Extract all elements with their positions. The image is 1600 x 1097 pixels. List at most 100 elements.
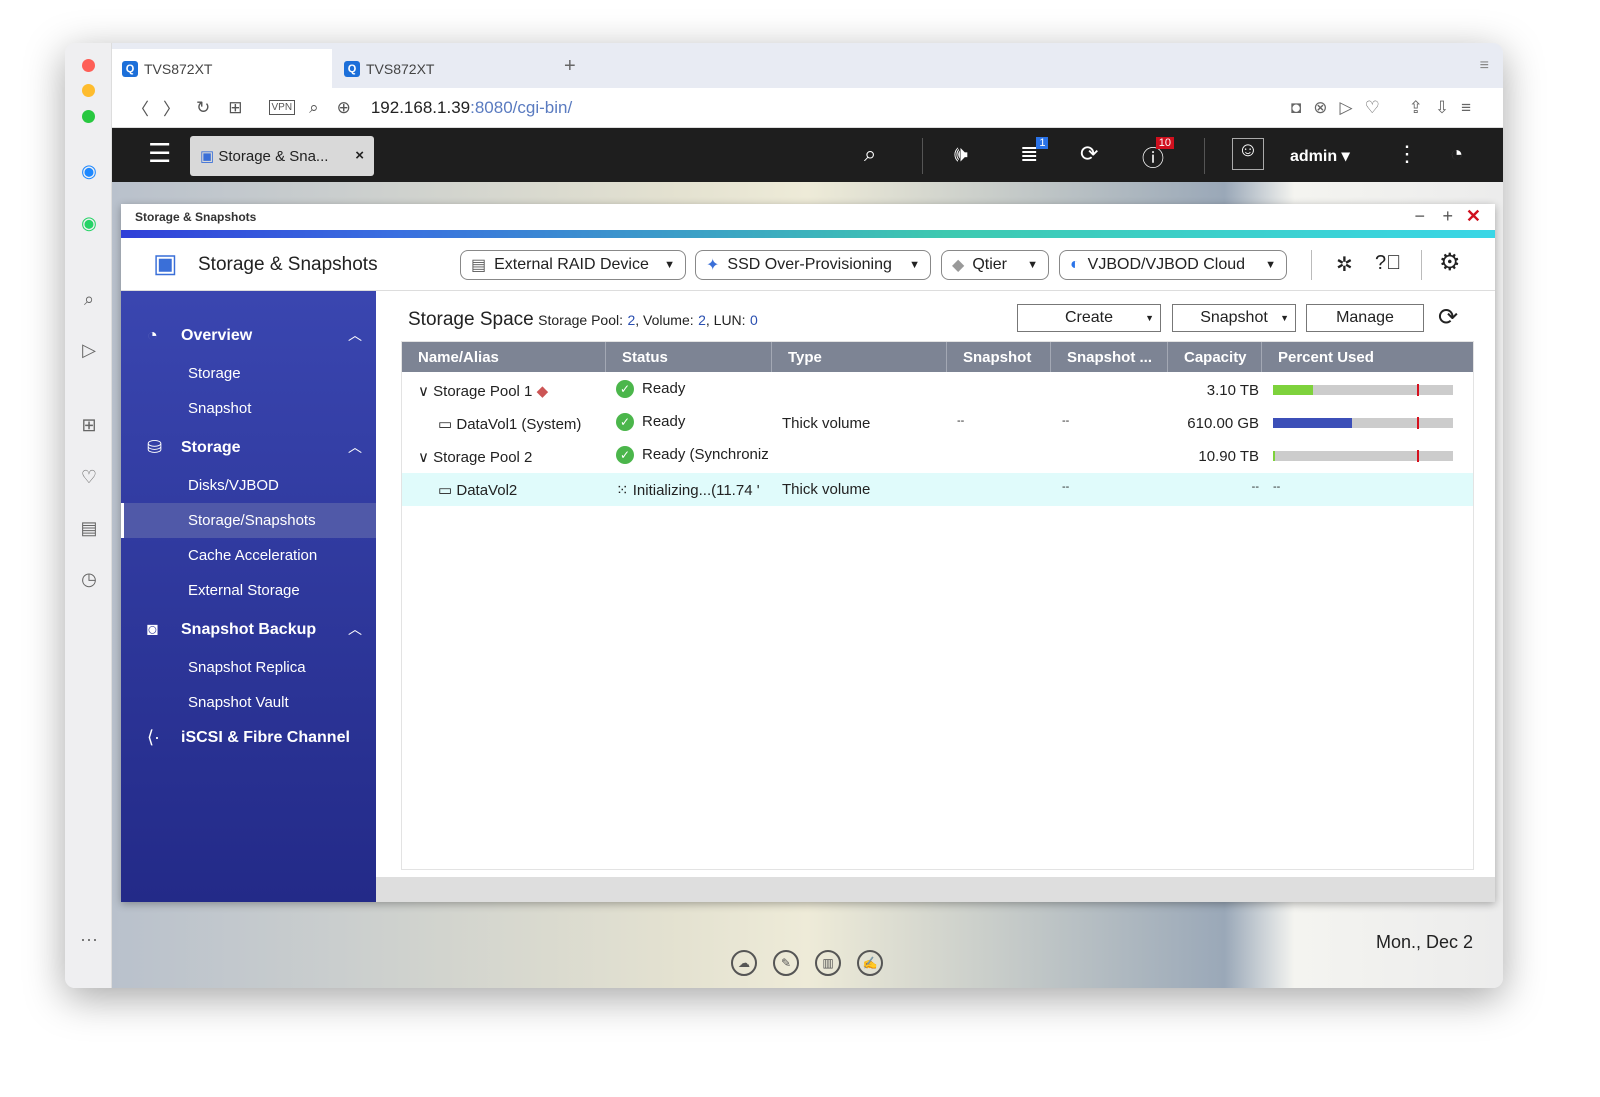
nav-item-disks[interactable]: Disks/VJBOD xyxy=(121,468,376,503)
column-header[interactable]: Capacity xyxy=(1168,342,1262,372)
qts-topbar: ☰ ▣ Storage & Sna... × ⌕ 🕪 ≣ 1 ⟳ ⓘ 10 ☺ adm… xyxy=(112,128,1503,182)
more-icon[interactable]: ⋮ xyxy=(1396,141,1418,167)
settings-icon[interactable]: ⚙ xyxy=(1439,248,1461,277)
table-row[interactable]: ▭ DataVol2 ⁙ Initializing...(11.74 ' Thi… xyxy=(402,473,1473,506)
nav-item-external[interactable]: External Storage xyxy=(121,573,376,608)
dashboard-icon[interactable]: ◔ xyxy=(1450,141,1463,167)
forward-icon[interactable]: 〉 xyxy=(163,95,180,120)
qtier-button[interactable]: ◆ Qtier ▼ xyxy=(941,250,1049,280)
user-icon[interactable]: ☺ xyxy=(1232,138,1264,170)
button-label: VJBOD/VJBOD Cloud xyxy=(1087,256,1246,273)
tools-icon[interactable]: ✲ xyxy=(1336,252,1353,277)
nav-group-snapshot-backup[interactable]: ◙ Snapshot Backup ︿ xyxy=(121,613,376,647)
chevron-down-icon[interactable]: ∨ xyxy=(418,383,429,400)
close-icon[interactable]: × xyxy=(355,147,364,164)
browser-tab[interactable]: Q TVS872XT xyxy=(112,49,332,88)
nav-item-snapshot-overview[interactable]: Snapshot xyxy=(121,391,376,426)
whatsapp-icon[interactable]: ◉ xyxy=(77,213,101,237)
info-icon[interactable]: ⓘ 10 xyxy=(1142,137,1175,173)
percent-cell: -- xyxy=(1273,481,1281,493)
url-host[interactable]: 192.168.1.39 xyxy=(371,98,470,118)
toolbar-icons[interactable]: ◘⊗▷♡ ⇪⇩≡ xyxy=(1291,98,1483,118)
volume-icon[interactable]: 🕪 xyxy=(954,141,968,167)
type-cell: Thick volume xyxy=(782,481,871,498)
grid-icon[interactable]: ⊞ xyxy=(228,98,242,118)
snapshot-button[interactable]: Snapshot ▼ xyxy=(1172,304,1296,332)
vjbod-button[interactable]: ◐ VJBOD/VJBOD Cloud ▼ xyxy=(1059,250,1287,280)
zoom-window-button[interactable] xyxy=(82,110,95,123)
search-icon[interactable]: ⌕ xyxy=(864,141,876,167)
tab-label: TVS872XT xyxy=(144,60,213,77)
notes-icon[interactable]: ✍ xyxy=(857,950,883,976)
ssd-icon: ✦ xyxy=(706,257,720,274)
table-row[interactable]: ∨ Storage Pool 1 ◆ ✓ Ready 3.10 TB xyxy=(402,374,1473,407)
close-window-button[interactable] xyxy=(82,59,95,72)
nav-item-vault[interactable]: Snapshot Vault xyxy=(121,685,376,720)
external-raid-button[interactable]: ▤ External RAID Device ▼ xyxy=(460,250,686,280)
nav-group-storage[interactable]: ⛁ Storage ︿ xyxy=(121,431,376,465)
tab-menu-icon[interactable]: ≡ xyxy=(1480,57,1489,75)
column-header[interactable]: Status xyxy=(606,342,772,372)
dashboard-icon: ◔ xyxy=(147,325,158,345)
send-icon[interactable]: ▷ xyxy=(77,340,101,364)
messenger-icon[interactable]: ◉ xyxy=(77,161,101,185)
qnap-icon: Q xyxy=(344,60,360,77)
vpn-badge[interactable]: VPN xyxy=(268,100,296,115)
desktop-date: Mon., Dec 2 xyxy=(1375,932,1473,952)
help-icon[interactable]: ?⃝ xyxy=(1375,252,1401,275)
column-header[interactable]: Percent Used xyxy=(1262,342,1473,372)
cloud-icon[interactable]: ☁ xyxy=(731,950,757,976)
create-button[interactable]: Create ▼ xyxy=(1017,304,1161,332)
name-cell: ▭ DataVol1 (System) xyxy=(438,415,581,433)
app-taskbar-tab[interactable]: ▣ Storage & Sna... × xyxy=(190,136,374,176)
minimize-button[interactable]: − xyxy=(1414,206,1425,227)
manage-button[interactable]: Manage xyxy=(1306,304,1424,332)
chevron-down-icon[interactable]: ∨ xyxy=(418,449,429,466)
status-text: Ready xyxy=(642,413,686,430)
nav-item-replica[interactable]: Snapshot Replica xyxy=(121,650,376,685)
volume-count: 2 xyxy=(698,312,706,328)
column-header[interactable]: Type xyxy=(772,342,947,372)
table-row[interactable]: ∨ Storage Pool 2 ✓ Ready (Synchroniz 10.9… xyxy=(402,440,1473,473)
tools-icon[interactable]: ✎ xyxy=(773,950,799,976)
capacity-cell: 610.00 GB xyxy=(1187,415,1259,432)
heart-icon[interactable]: ♡ xyxy=(77,467,101,491)
browser-tab[interactable]: Q TVS872XT xyxy=(334,49,554,88)
search-icon[interactable]: ⌕ xyxy=(77,289,101,313)
url-path[interactable]: :8080/cgi-bin/ xyxy=(470,98,572,118)
lun-count: 0 xyxy=(750,312,758,328)
reload-icon[interactable]: ↻ xyxy=(196,98,210,118)
new-tab-button[interactable]: + xyxy=(564,55,576,78)
refresh-icon[interactable]: ⟳ xyxy=(1438,303,1458,332)
column-header[interactable]: Snapshot xyxy=(947,342,1051,372)
table-row[interactable]: ▭ DataVol1 (System) ✓ Ready Thick volume … xyxy=(402,407,1473,440)
apps-icon[interactable]: ⊞ xyxy=(77,415,101,439)
row-name: DataVol2 xyxy=(456,482,518,499)
close-button[interactable]: ✕ xyxy=(1466,206,1481,227)
history-icon[interactable]: ◷ xyxy=(77,569,101,593)
search-icon[interactable]: ⌕ xyxy=(309,98,319,118)
tasks-icon[interactable]: ≣ 1 xyxy=(1020,137,1049,167)
more-icon[interactable]: ··· xyxy=(77,929,101,953)
nav-item-storage-overview[interactable]: Storage xyxy=(121,356,376,391)
column-header[interactable]: Snapshot ... xyxy=(1051,342,1168,372)
nav-item-cache[interactable]: Cache Acceleration xyxy=(121,538,376,573)
nav-group-overview[interactable]: ◔ Overview ︿ xyxy=(121,319,376,353)
nav-item-storage-snapshots[interactable]: Storage/Snapshots xyxy=(121,503,376,538)
sync-icon[interactable]: ⟳ xyxy=(1080,141,1098,167)
capacity-cell: 3.10 TB xyxy=(1206,382,1259,399)
back-icon[interactable]: 〈 xyxy=(132,95,149,120)
maximize-button[interactable]: + xyxy=(1442,206,1453,227)
menu-icon[interactable]: ☰ xyxy=(148,138,171,169)
row-name: DataVol1 (System) xyxy=(456,416,582,433)
ssd-overprovisioning-button[interactable]: ✦ SSD Over-Provisioning ▼ xyxy=(695,250,931,280)
volume-label: , Volume: xyxy=(635,312,694,328)
accent-strip xyxy=(121,230,1495,238)
user-menu[interactable]: admin ▾ xyxy=(1290,146,1350,166)
minimize-window-button[interactable] xyxy=(82,84,95,97)
book-icon[interactable]: ▥ xyxy=(815,950,841,976)
nav-group-iscsi[interactable]: ⟨· iSCSI & Fibre Channel xyxy=(121,721,376,755)
notes-icon[interactable]: ▤ xyxy=(77,518,101,542)
button-label: SSD Over-Provisioning xyxy=(727,256,892,273)
column-header[interactable]: Name/Alias xyxy=(402,342,606,372)
